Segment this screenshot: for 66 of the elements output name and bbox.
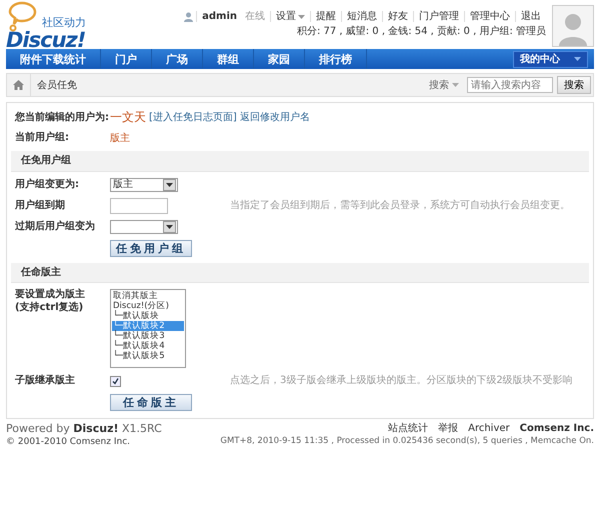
menu-link[interactable]: 退出 bbox=[515, 11, 546, 22]
field-value: 版主 bbox=[110, 132, 130, 144]
copyright-text: © 2001-2010 Comsenz Inc. bbox=[6, 438, 132, 448]
nav-tab[interactable]: 排行榜 bbox=[305, 49, 367, 69]
menu-link[interactable]: 设置 bbox=[270, 11, 310, 22]
footer-link[interactable]: 站点统计 bbox=[388, 423, 428, 434]
nav-tab[interactable]: 家园 bbox=[254, 49, 305, 69]
footer-link[interactable]: 举报 bbox=[438, 423, 458, 434]
nav-tab[interactable]: 广场 bbox=[152, 49, 203, 69]
select-dropdown[interactable] bbox=[110, 220, 178, 234]
text-link[interactable]: 返回修改用户名 bbox=[240, 112, 310, 124]
user-icon bbox=[184, 12, 194, 22]
user-stats: 积分: 77 , 威望: 0 , 金钱: 54 , 贡献: 0 , 用户组: 管理员 bbox=[296, 26, 546, 37]
list-option[interactable]: 取消其版主 bbox=[112, 291, 184, 302]
search-scope-dropdown[interactable]: 搜索 bbox=[429, 78, 459, 92]
field-label: 过期后用户组变为 bbox=[15, 220, 96, 232]
logo-text[interactable]: Discuz! bbox=[6, 28, 116, 52]
input-field[interactable] bbox=[110, 198, 168, 214]
section-header: 任免用户组 bbox=[11, 151, 589, 172]
search-field[interactable]: 请输入搜索内容 bbox=[467, 77, 553, 93]
server-info: GMT+8, 2010-9-15 11:35 , Processed in 0.025436 second(s), 5 queries , Memcache On. bbox=[220, 437, 594, 446]
field-label: 要设置成为版主 bbox=[15, 289, 86, 301]
list-option[interactable]: └─默认版块4 bbox=[112, 341, 184, 352]
list-option[interactable]: └─默认版块5 bbox=[112, 351, 184, 362]
list-option[interactable]: └─默认版块 bbox=[112, 311, 184, 322]
username-link[interactable]: admin bbox=[196, 11, 242, 22]
online-status: 在线 bbox=[245, 11, 265, 22]
menu-link[interactable]: 管理中心 bbox=[464, 11, 515, 22]
field-label: 当前用户组: bbox=[15, 132, 70, 144]
nav-tab[interactable]: 门户 bbox=[101, 49, 152, 69]
nav-tab[interactable]: 群组 bbox=[203, 49, 254, 69]
field-sublabel: (支持ctrl复选) bbox=[15, 302, 84, 314]
nav-tab[interactable]: 附件下载统计 bbox=[6, 49, 101, 69]
home-icon[interactable] bbox=[13, 80, 24, 90]
caret-icon bbox=[298, 14, 305, 18]
field-label: 用户组变更为: bbox=[15, 178, 80, 190]
hint-text: 当指定了会员组到期后，需等到此会员登录，系统方可自动执行会员组变更。 bbox=[230, 200, 571, 212]
field-label: 子版继承版主 bbox=[15, 375, 76, 387]
my-center-button[interactable]: 我的中心 bbox=[513, 50, 588, 68]
menu-link[interactable]: 短消息 bbox=[341, 11, 382, 22]
checkbox[interactable] bbox=[110, 376, 121, 387]
list-option[interactable]: └─默认版块3 bbox=[112, 331, 184, 342]
select-dropdown[interactable]: 版主 bbox=[110, 178, 178, 192]
menu-link[interactable]: 门户管理 bbox=[413, 11, 464, 22]
breadcrumb-current: 会员任免 bbox=[37, 79, 77, 92]
username: 一文天 bbox=[110, 111, 146, 125]
search-button[interactable]: 搜索 bbox=[557, 76, 591, 94]
caret-icon bbox=[452, 83, 459, 87]
submit-button[interactable]: 任免用户组 bbox=[110, 240, 192, 257]
powered-by-text: Powered by Discuz! X1.5RC bbox=[6, 423, 162, 436]
submit-button[interactable]: 任命版主 bbox=[110, 394, 192, 412]
logo-tagline: 社区动力 bbox=[42, 15, 87, 30]
field-label: 您当前编辑的用户为: bbox=[15, 112, 110, 124]
list-option[interactable]: Discuz!(分区) bbox=[112, 301, 184, 312]
avatar[interactable] bbox=[552, 5, 594, 47]
caret-icon bbox=[166, 224, 173, 229]
menu-link[interactable]: 好友 bbox=[382, 11, 413, 22]
caret-icon bbox=[574, 57, 581, 61]
footer-link[interactable]: Archiver bbox=[468, 423, 510, 434]
section-header: 任命版主 bbox=[11, 262, 589, 284]
caret-icon bbox=[166, 182, 173, 186]
footer-link[interactable]: Comsenz Inc. bbox=[520, 423, 594, 434]
menu-link[interactable]: 提醒 bbox=[310, 11, 341, 22]
text-link[interactable]: [进入任免日志页面] bbox=[149, 112, 237, 124]
hint-text: 点选之后，3级子版会继承上级版块的版主。分区版块的下级2级版块不受影响 bbox=[230, 375, 574, 387]
field-label: 用户组到期 bbox=[15, 200, 66, 212]
